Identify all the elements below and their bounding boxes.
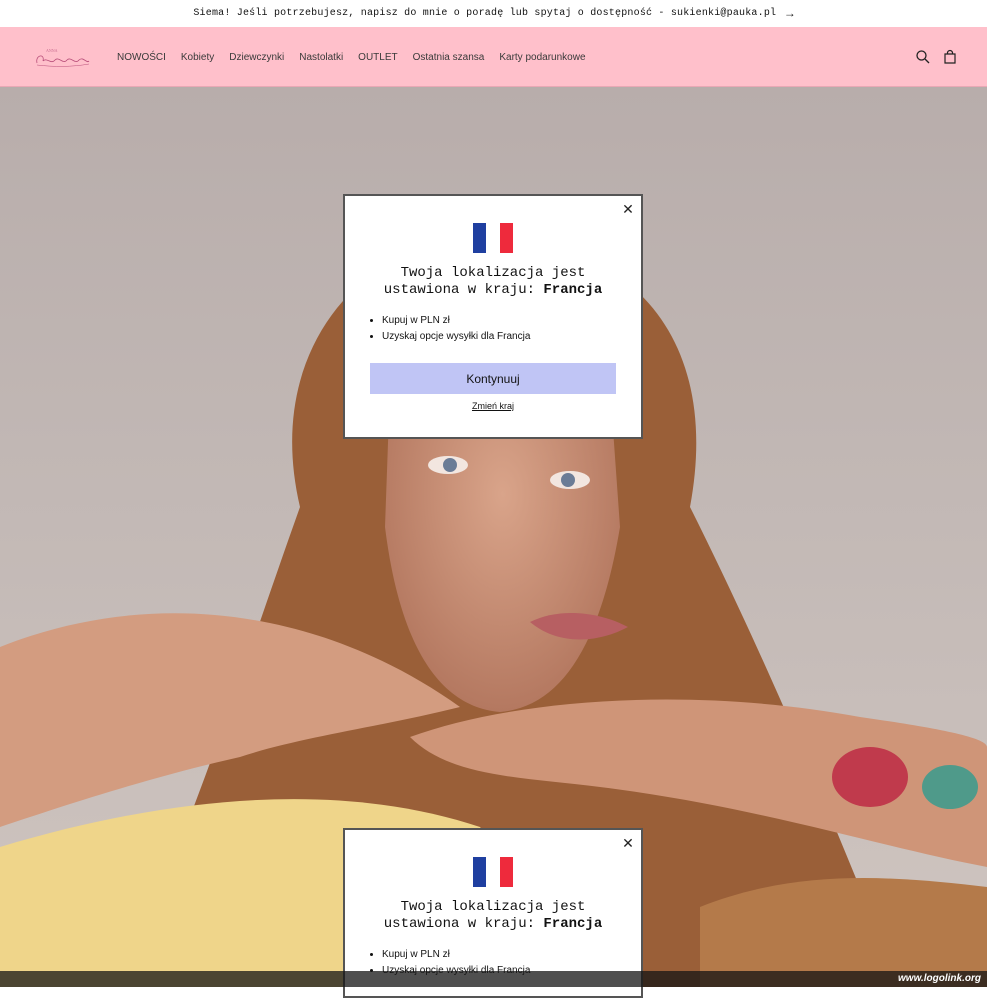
nav-item-dziewczynki[interactable]: Dziewczynki: [229, 52, 284, 63]
modal-title: Twoja lokalizacja jest ustawiona w kraju…: [383, 899, 603, 932]
list-item: Uzyskaj opcje wysyłki dla Francja: [382, 329, 641, 345]
announcement-text: Siema! Jeśli potrzebujesz, napisz do mni…: [193, 8, 777, 19]
continue-button[interactable]: Kontynuuj: [370, 363, 616, 394]
watermark-bar: www.logolink.org: [0, 971, 987, 987]
nav-item-nowosci[interactable]: NOWOŚCI: [117, 52, 166, 63]
modal-title: Twoja lokalizacja jest ustawiona w kraju…: [383, 265, 603, 298]
announcement-bar[interactable]: Siema! Jeśli potrzebujesz, napisz do mni…: [0, 0, 987, 27]
brand-logo[interactable]: ANNA: [33, 43, 91, 71]
watermark-text: www.logolink.org: [898, 973, 981, 984]
nav-item-nastolatki[interactable]: Nastolatki: [299, 52, 343, 63]
arrow-right-icon[interactable]: →: [786, 7, 793, 21]
nav-item-kobiety[interactable]: Kobiety: [181, 52, 214, 63]
search-icon[interactable]: [915, 49, 931, 65]
svg-text:ANNA: ANNA: [46, 48, 58, 53]
site-header: ANNA NOWOŚCI Kobiety Dziewczynki Nastola…: [0, 27, 987, 87]
list-item: Kupuj w PLN zł: [382, 313, 641, 329]
france-flag-icon: [473, 223, 513, 253]
list-item: Kupuj w PLN zł: [382, 947, 641, 963]
nav-item-karty-podarunkowe[interactable]: Karty podarunkowe: [499, 52, 585, 63]
cart-icon[interactable]: [942, 49, 958, 65]
main-nav: NOWOŚCI Kobiety Dziewczynki Nastolatki O…: [117, 27, 601, 87]
close-icon[interactable]: ✕: [621, 202, 635, 216]
nav-item-outlet[interactable]: OUTLET: [358, 52, 397, 63]
country-modal: ✕ Twoja lokalizacja jest ustawiona w kra…: [343, 194, 643, 439]
france-flag-icon: [473, 857, 513, 887]
close-icon[interactable]: ✕: [621, 836, 635, 850]
modal-benefits-list: Kupuj w PLN zł Uzyskaj opcje wysyłki dla…: [345, 313, 641, 345]
change-country-link[interactable]: Zmień kraj: [345, 401, 641, 411]
nav-item-ostatnia-szansa[interactable]: Ostatnia szansa: [413, 52, 485, 63]
